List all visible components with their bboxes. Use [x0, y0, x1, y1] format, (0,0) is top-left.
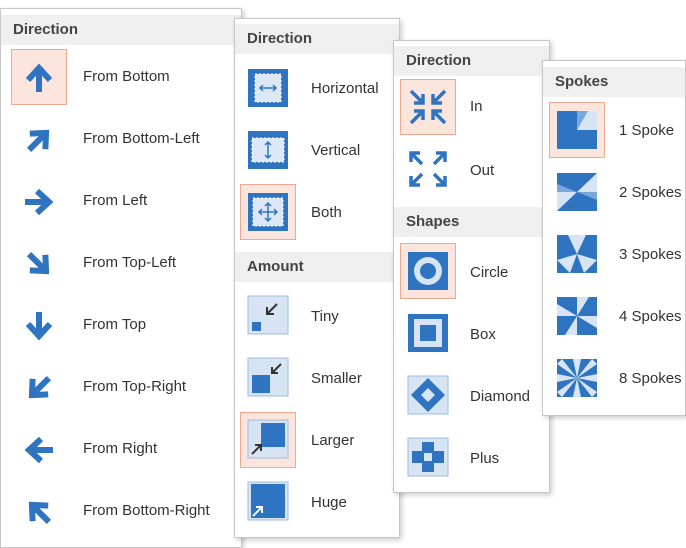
option-8-spokes[interactable]: 8 Spokes: [543, 347, 685, 409]
four-spokes-icon: [556, 296, 598, 336]
arrow-up-right-icon: [17, 118, 61, 162]
option-label: From Top-Left: [83, 254, 177, 271]
zoom-out-arrows-icon: [407, 149, 449, 189]
option-label: Larger: [311, 432, 355, 449]
eight-spokes-icon: [556, 358, 598, 398]
option-tiny[interactable]: Tiny: [235, 285, 399, 347]
circle-shape-icon: [407, 251, 449, 291]
option-label: Diamond: [470, 388, 531, 405]
shapes-header: Shapes: [394, 207, 549, 237]
option-larger[interactable]: Larger: [235, 409, 399, 471]
larger-amount-icon: [247, 419, 289, 459]
spokes-panel: Spokes 1 Spoke 2 Spokes 3 Spokes 4 Spoke…: [542, 60, 686, 416]
arrow-down-icon: [17, 304, 61, 348]
diamond-shape-icon: [407, 375, 449, 415]
option-from-bottom-right[interactable]: From Bottom-Right: [1, 481, 241, 543]
option-label: Vertical: [311, 142, 361, 159]
tiny-amount-icon: [247, 295, 289, 335]
option-in[interactable]: In: [394, 77, 549, 139]
arrow-up-left-icon: [17, 490, 61, 534]
option-label: 4 Spokes: [619, 308, 682, 325]
two-spokes-icon: [556, 172, 598, 212]
option-horizontal[interactable]: Horizontal: [235, 57, 399, 119]
option-circle[interactable]: Circle: [394, 241, 549, 303]
option-label: Out: [470, 162, 495, 179]
option-label: Plus: [470, 450, 500, 467]
option-label: 3 Spokes: [619, 246, 682, 263]
option-label: From Bottom-Left: [83, 130, 200, 147]
option-label: From Left: [83, 192, 148, 209]
option-from-right[interactable]: From Right: [1, 419, 241, 481]
option-label: From Bottom-Right: [83, 502, 210, 519]
box-shape-icon: [407, 313, 449, 353]
option-label: From Top: [83, 316, 147, 333]
option-label: From Bottom: [83, 68, 170, 85]
one-spoke-icon: [556, 110, 598, 150]
option-vertical[interactable]: Vertical: [235, 119, 399, 181]
option-from-left[interactable]: From Left: [1, 171, 241, 233]
option-label: 8 Spokes: [619, 370, 682, 387]
huge-amount-icon: [247, 481, 289, 521]
option-4-spokes[interactable]: 4 Spokes: [543, 285, 685, 347]
option-out[interactable]: Out: [394, 139, 549, 201]
option-label: Box: [470, 326, 496, 343]
direction-header: Direction: [1, 15, 241, 45]
option-from-bottom[interactable]: From Bottom: [1, 47, 241, 109]
option-label: From Right: [83, 440, 158, 457]
option-from-top[interactable]: From Top: [1, 295, 241, 357]
amount-header: Amount: [235, 252, 399, 282]
option-label: Huge: [311, 494, 347, 511]
arrow-up-icon: [17, 56, 61, 100]
vertical-split-icon: [247, 130, 289, 170]
option-label: Tiny: [311, 308, 339, 325]
direction-header: Direction: [235, 24, 399, 54]
option-label: Both: [311, 204, 342, 221]
option-label: Circle: [470, 264, 509, 281]
option-label: In: [470, 98, 483, 115]
smaller-amount-icon: [247, 357, 289, 397]
option-3-spokes[interactable]: 3 Spokes: [543, 223, 685, 285]
spokes-header: Spokes: [543, 67, 685, 97]
option-2-spokes[interactable]: 2 Spokes: [543, 161, 685, 223]
arrow-right-icon: [17, 180, 61, 224]
horizontal-split-icon: [247, 68, 289, 108]
option-label: 2 Spokes: [619, 184, 682, 201]
arrow-down-left-icon: [17, 366, 61, 410]
direction-panel-fly-in: Direction From Bottom From Bottom-Left F…: [0, 8, 242, 548]
option-label: 1 Spoke: [619, 122, 675, 139]
option-from-top-left[interactable]: From Top-Left: [1, 233, 241, 295]
arrow-left-icon: [17, 428, 61, 472]
option-label: From Top-Right: [83, 378, 187, 395]
three-spokes-icon: [556, 234, 598, 274]
option-smaller[interactable]: Smaller: [235, 347, 399, 409]
plus-shape-icon: [407, 437, 449, 477]
option-diamond[interactable]: Diamond: [394, 365, 549, 427]
direction-shapes-panel: Direction In Out Shapes Circle Box Diamo…: [393, 40, 550, 493]
arrow-down-right-icon: [17, 242, 61, 286]
zoom-in-arrows-icon: [407, 87, 449, 127]
option-label: Horizontal: [311, 80, 379, 97]
option-huge[interactable]: Huge: [235, 471, 399, 533]
option-from-bottom-left[interactable]: From Bottom-Left: [1, 109, 241, 171]
direction-header: Direction: [394, 46, 549, 76]
both-directions-icon: [247, 192, 289, 232]
direction-amount-panel: Direction Horizontal Vertical Both Amoun…: [234, 18, 400, 538]
option-box[interactable]: Box: [394, 303, 549, 365]
option-1-spoke[interactable]: 1 Spoke: [543, 99, 685, 161]
option-label: Smaller: [311, 370, 362, 387]
option-from-top-right[interactable]: From Top-Right: [1, 357, 241, 419]
option-plus[interactable]: Plus: [394, 427, 549, 489]
option-both[interactable]: Both: [235, 181, 399, 243]
